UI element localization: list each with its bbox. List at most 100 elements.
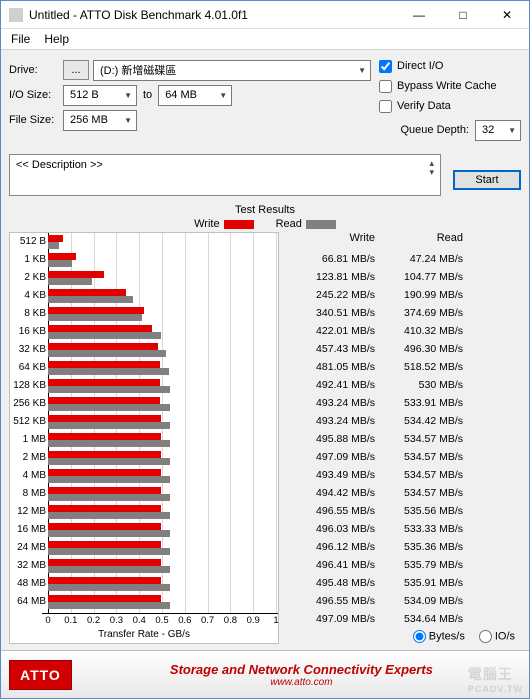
- chevron-down-icon: ▼: [219, 91, 227, 100]
- bar-label: 16 KB: [12, 326, 46, 337]
- bar-label: 12 MB: [12, 506, 46, 517]
- start-button[interactable]: Start: [453, 170, 521, 190]
- bar-row: 16 MB: [48, 521, 276, 539]
- bar-label: 512 B: [12, 236, 46, 247]
- bytes-radio-label[interactable]: Bytes/s: [413, 630, 465, 643]
- write-value: 495.48 MB/s: [287, 577, 375, 589]
- read-bar: [48, 386, 170, 393]
- ios-radio-label[interactable]: IO/s: [479, 630, 515, 643]
- description-box[interactable]: << Description >> ▴▾: [9, 154, 441, 196]
- bar-label: 128 KB: [12, 380, 46, 391]
- read-bar: [48, 278, 92, 285]
- write-bar: [48, 523, 161, 530]
- result-row: 495.48 MB/s535.91 MB/s: [287, 574, 521, 592]
- write-value: 496.12 MB/s: [287, 541, 375, 553]
- bar-row: 8 KB: [48, 305, 276, 323]
- menu-help[interactable]: Help: [44, 32, 69, 46]
- write-value: 493.24 MB/s: [287, 397, 375, 409]
- iosize-label: I/O Size:: [9, 89, 63, 101]
- read-bar: [48, 602, 170, 609]
- footer-url[interactable]: www.atto.com: [82, 677, 521, 688]
- result-row: 497.09 MB/s534.57 MB/s: [287, 448, 521, 466]
- write-bar: [48, 541, 161, 548]
- read-bar: [48, 332, 161, 339]
- chart: 512 B1 KB2 KB4 KB8 KB16 KB32 KB64 KB128 …: [9, 232, 279, 644]
- read-bar: [48, 530, 170, 537]
- result-row: 494.42 MB/s534.57 MB/s: [287, 484, 521, 502]
- bar-row: 4 MB: [48, 467, 276, 485]
- direct-io-checkbox[interactable]: [379, 60, 392, 73]
- result-row: 492.41 MB/s530 MB/s: [287, 376, 521, 394]
- write-value: 492.41 MB/s: [287, 379, 375, 391]
- maximize-button[interactable]: □: [441, 1, 485, 29]
- chevron-down-icon: ▼: [124, 116, 132, 125]
- menu-file[interactable]: File: [11, 32, 30, 46]
- footer-slogan: Storage and Network Connectivity Experts: [82, 662, 521, 677]
- bar-label: 4 KB: [12, 290, 46, 301]
- bytes-radio[interactable]: [413, 630, 426, 643]
- iosize-from-select[interactable]: 512 B▼: [63, 85, 137, 106]
- write-bar: [48, 397, 160, 404]
- read-value: 534.57 MB/s: [375, 451, 463, 463]
- write-bar: [48, 361, 160, 368]
- description-spinner[interactable]: ▴▾: [429, 159, 434, 177]
- bar-row: 256 KB: [48, 395, 276, 413]
- result-row: 496.41 MB/s535.79 MB/s: [287, 556, 521, 574]
- xtick-label: 0.4: [133, 615, 146, 626]
- write-bar: [48, 415, 161, 422]
- read-value: 533.33 MB/s: [375, 523, 463, 535]
- write-value: 66.81 MB/s: [287, 253, 375, 265]
- results-title: Test Results: [9, 204, 521, 216]
- read-bar: [48, 476, 170, 483]
- result-row: 496.55 MB/s535.56 MB/s: [287, 502, 521, 520]
- read-bar: [48, 440, 170, 447]
- bar-label: 8 KB: [12, 308, 46, 319]
- read-swatch: [306, 220, 336, 229]
- bypass-label: Bypass Write Cache: [397, 80, 496, 92]
- footer: ATTO Storage and Network Connectivity Ex…: [1, 650, 529, 698]
- xtick-label: 0.2: [87, 615, 100, 626]
- bar-label: 1 KB: [12, 254, 46, 265]
- bar-row: 1 KB: [48, 251, 276, 269]
- result-row: 340.51 MB/s374.69 MB/s: [287, 304, 521, 322]
- bar-row: 64 MB: [48, 593, 276, 611]
- bar-label: 512 KB: [12, 416, 46, 427]
- ios-radio[interactable]: [479, 630, 492, 643]
- iosize-to-select[interactable]: 64 MB▼: [158, 85, 232, 106]
- bar-label: 32 MB: [12, 560, 46, 571]
- bypass-checkbox[interactable]: [379, 80, 392, 93]
- bar-label: 1 MB: [12, 434, 46, 445]
- read-value: 533.91 MB/s: [375, 397, 463, 409]
- read-value: 530 MB/s: [375, 379, 463, 391]
- read-bar: [48, 548, 170, 555]
- close-button[interactable]: ✕: [485, 1, 529, 29]
- write-bar: [48, 235, 63, 242]
- drive-browse-button[interactable]: ...: [63, 60, 89, 80]
- write-bar: [48, 505, 161, 512]
- read-bar: [48, 566, 170, 573]
- result-row: 66.81 MB/s47.24 MB/s: [287, 250, 521, 268]
- write-bar: [48, 469, 161, 476]
- write-value: 481.05 MB/s: [287, 361, 375, 373]
- read-bar: [48, 458, 170, 465]
- titlebar[interactable]: Untitled - ATTO Disk Benchmark 4.01.0f1 …: [1, 1, 529, 29]
- write-value: 245.22 MB/s: [287, 289, 375, 301]
- xtick-label: 0.9: [247, 615, 260, 626]
- result-row: 493.24 MB/s534.42 MB/s: [287, 412, 521, 430]
- bar-label: 4 MB: [12, 470, 46, 481]
- result-row: 457.43 MB/s496.30 MB/s: [287, 340, 521, 358]
- qdepth-select[interactable]: 32▼: [475, 120, 521, 141]
- minimize-button[interactable]: ―: [397, 1, 441, 29]
- filesize-select[interactable]: 256 MB▼: [63, 110, 137, 131]
- result-row: 493.24 MB/s533.91 MB/s: [287, 394, 521, 412]
- write-value: 497.09 MB/s: [287, 451, 375, 463]
- read-bar: [48, 350, 166, 357]
- write-bar: [48, 577, 161, 584]
- result-row: 422.01 MB/s410.32 MB/s: [287, 322, 521, 340]
- verify-checkbox[interactable]: [379, 100, 392, 113]
- drive-select[interactable]: (D:) 新增磁碟區▼: [93, 60, 371, 81]
- write-value: 457.43 MB/s: [287, 343, 375, 355]
- bar-row: 64 KB: [48, 359, 276, 377]
- write-bar: [48, 559, 161, 566]
- result-row: 496.12 MB/s535.36 MB/s: [287, 538, 521, 556]
